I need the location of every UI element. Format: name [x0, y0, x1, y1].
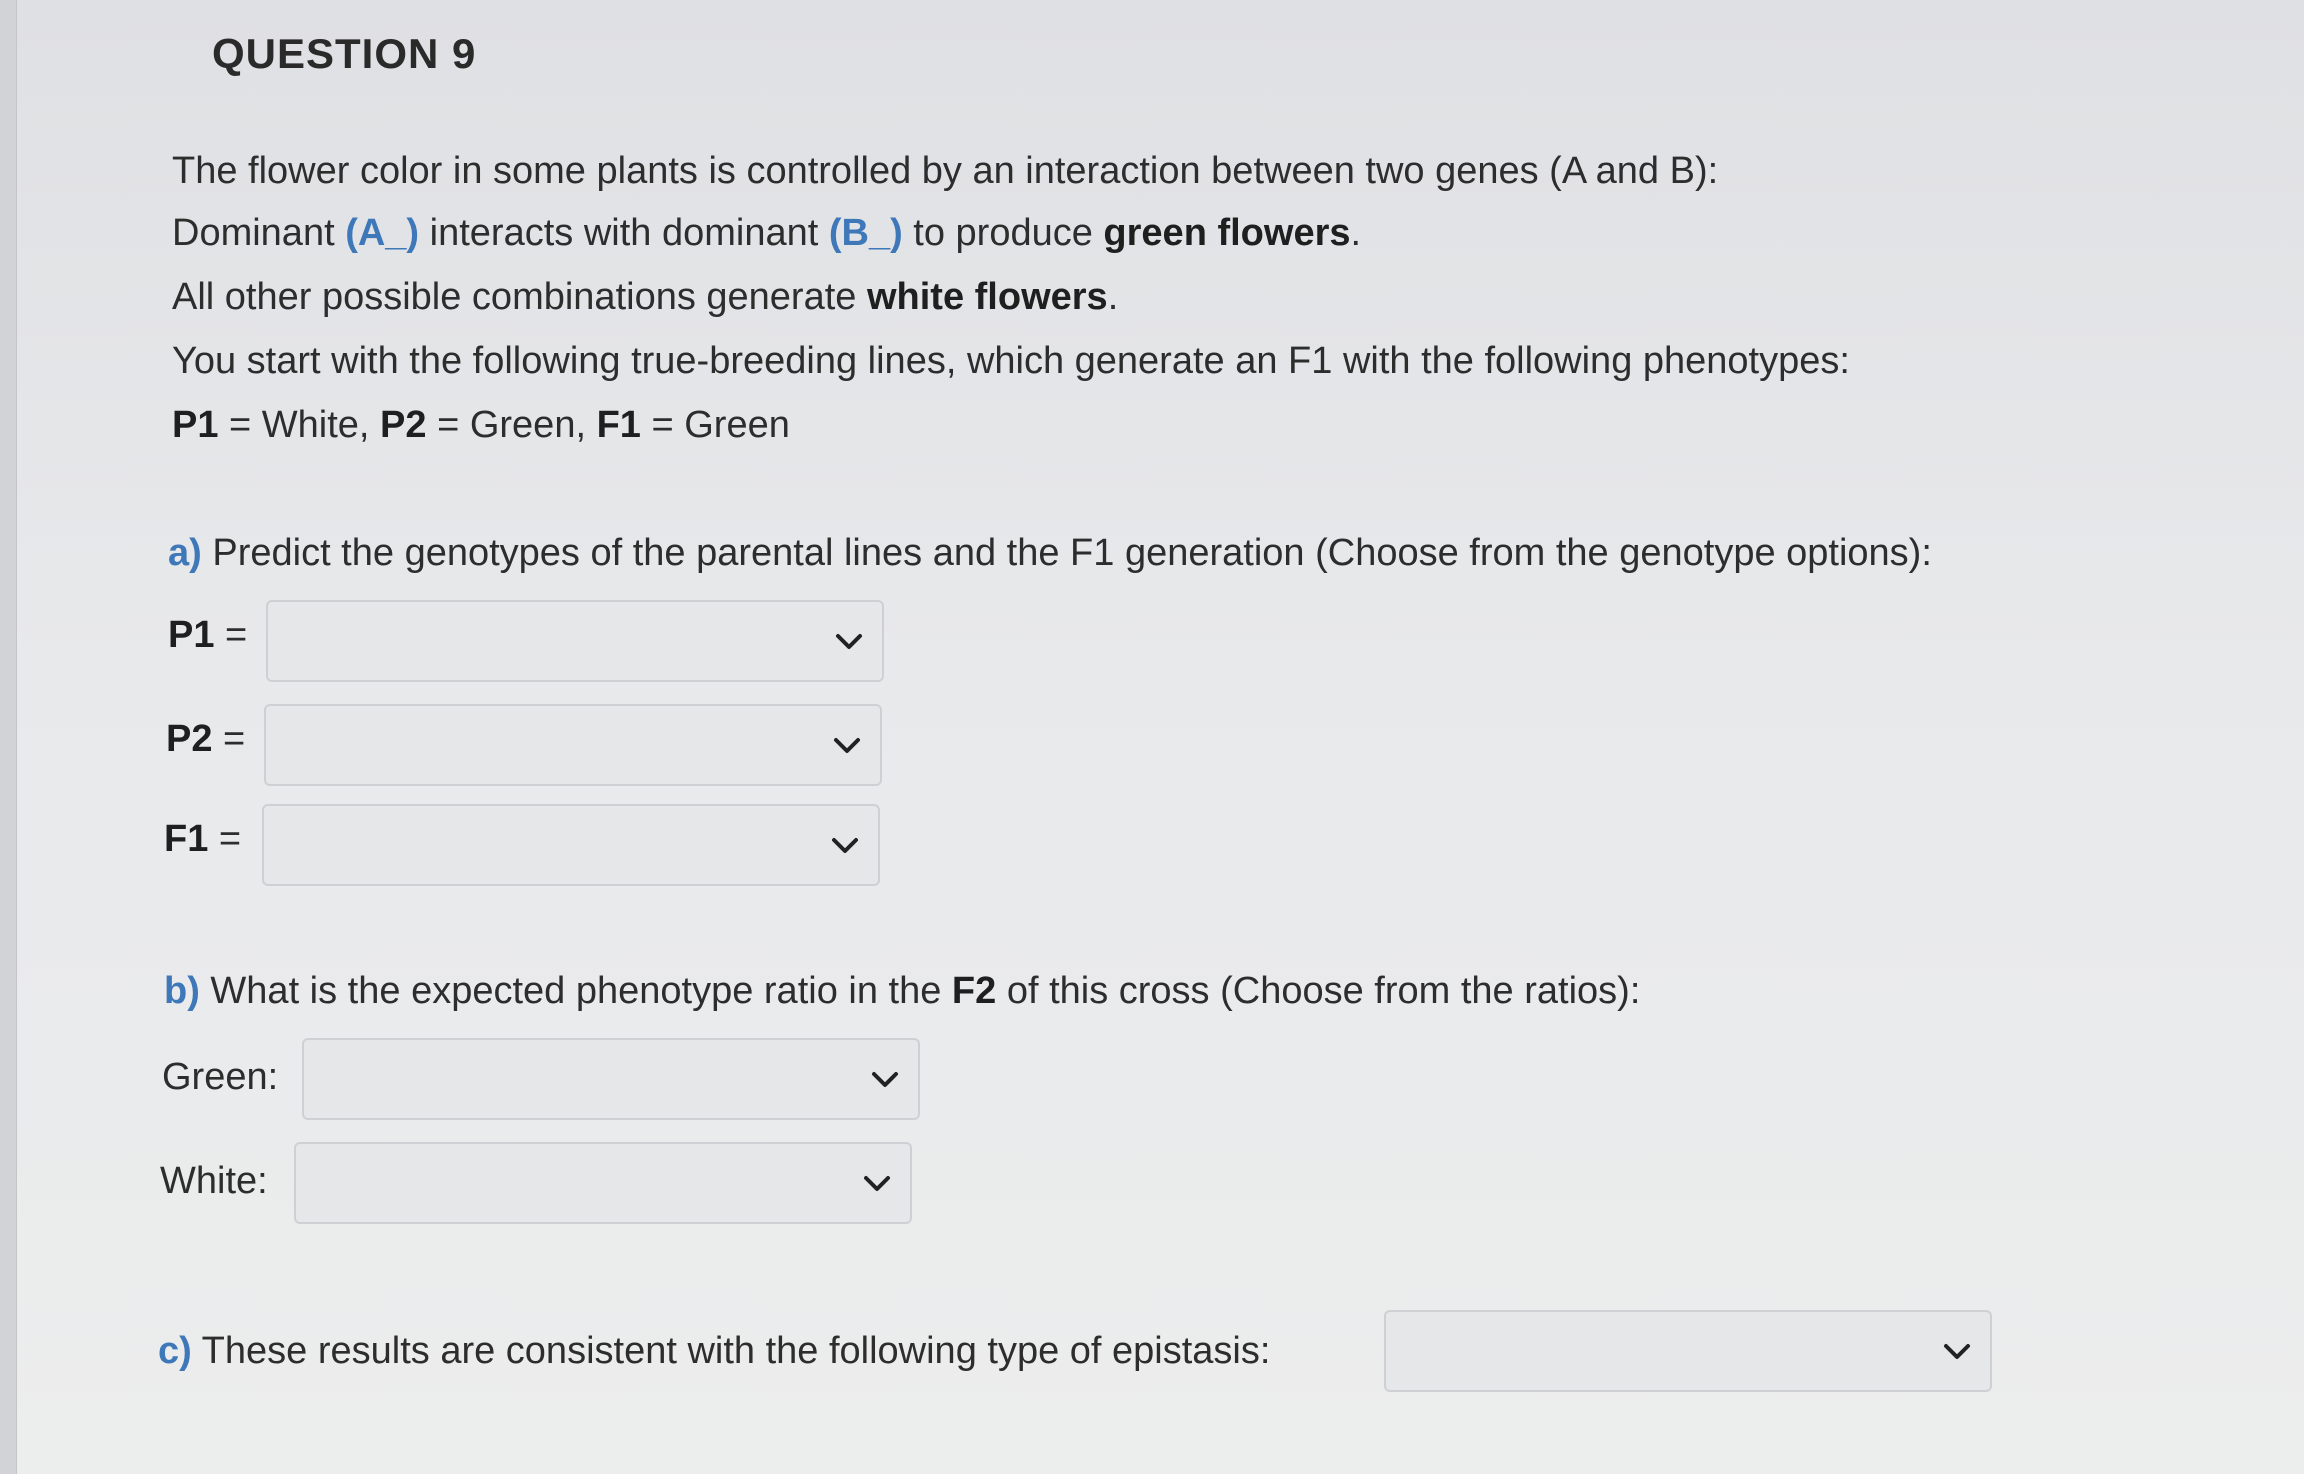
equals-sign: =: [214, 614, 248, 656]
intro-text: = White,: [218, 404, 381, 446]
part-b-text: of this cross (Choose from the ratios):: [996, 970, 1641, 1012]
intro-line-3: All other possible combinations generate…: [172, 276, 1118, 319]
intro-text: All other possible combinations generate: [172, 276, 867, 318]
chevron-down-icon: [834, 630, 864, 652]
intro-text: interacts with dominant: [419, 212, 829, 254]
white-ratio-select[interactable]: [294, 1142, 912, 1224]
f2-label: F2: [951, 970, 997, 1012]
chevron-down-icon: [1942, 1340, 1972, 1362]
green-ratio-label: Green:: [162, 1056, 279, 1098]
part-c-letter: c): [158, 1330, 192, 1372]
p2-genotype-select[interactable]: [264, 704, 882, 786]
p1-label: P1 =: [168, 614, 247, 657]
part-a-letter: a): [168, 532, 202, 574]
gene-a-label: (A_): [345, 212, 420, 254]
part-a-prompt: a) Predict the genotypes of the parental…: [168, 532, 1932, 575]
part-a-text: Predict the genotypes of the parental li…: [201, 532, 1932, 574]
p2-phenotype-label: P2: [380, 404, 427, 446]
p1-phenotype-label: P1: [172, 404, 219, 446]
f1-phenotype-label: F1: [596, 404, 641, 446]
p2-label-text: P2: [166, 718, 213, 760]
part-b-text: What is the expected phenotype ratio in …: [199, 970, 952, 1012]
equals-sign: =: [208, 818, 242, 860]
intro-text: = Green: [640, 404, 790, 446]
part-c-prompt: c) These results are consistent with the…: [158, 1330, 1270, 1373]
part-b-prompt: b) What is the expected phenotype ratio …: [164, 970, 1640, 1013]
p2-label: P2 =: [166, 718, 245, 761]
intro-text: .: [1107, 276, 1119, 318]
intro-line-4: You start with the following true-breedi…: [172, 340, 1850, 382]
intro-line-1: The flower color in some plants is contr…: [172, 150, 1719, 192]
p1-genotype-select[interactable]: [266, 600, 884, 682]
white-flowers-text: white flowers: [866, 276, 1108, 318]
f1-label: F1 =: [164, 818, 241, 861]
f1-genotype-select[interactable]: [262, 804, 880, 886]
chevron-down-icon: [832, 734, 862, 756]
intro-line-5: P1 = White, P2 = Green, F1 = Green: [172, 404, 790, 447]
part-b-letter: b): [164, 970, 200, 1012]
gene-b-label: (B_): [828, 212, 903, 254]
green-ratio-select[interactable]: [302, 1038, 920, 1120]
part-c-text: These results are consistent with the fo…: [191, 1330, 1271, 1372]
white-ratio-label: White:: [160, 1160, 268, 1202]
p1-label-text: P1: [168, 614, 215, 656]
green-flowers-text: green flowers: [1103, 212, 1351, 254]
intro-text: Dominant: [172, 212, 346, 254]
quiz-page: QUESTION 9 The flower color in some plan…: [0, 0, 2304, 1474]
left-border: [0, 0, 17, 1474]
intro-text: = Green,: [426, 404, 597, 446]
equals-sign: =: [212, 718, 246, 760]
intro-line-2: Dominant (A_) interacts with dominant (B…: [172, 212, 1361, 255]
intro-text: to produce: [902, 212, 1104, 254]
epistasis-type-select[interactable]: [1384, 1310, 1992, 1392]
chevron-down-icon: [830, 834, 860, 856]
question-title: QUESTION 9: [212, 30, 477, 77]
intro-text: .: [1350, 212, 1362, 254]
f1-label-text: F1: [164, 818, 209, 860]
chevron-down-icon: [862, 1172, 892, 1194]
chevron-down-icon: [870, 1068, 900, 1090]
